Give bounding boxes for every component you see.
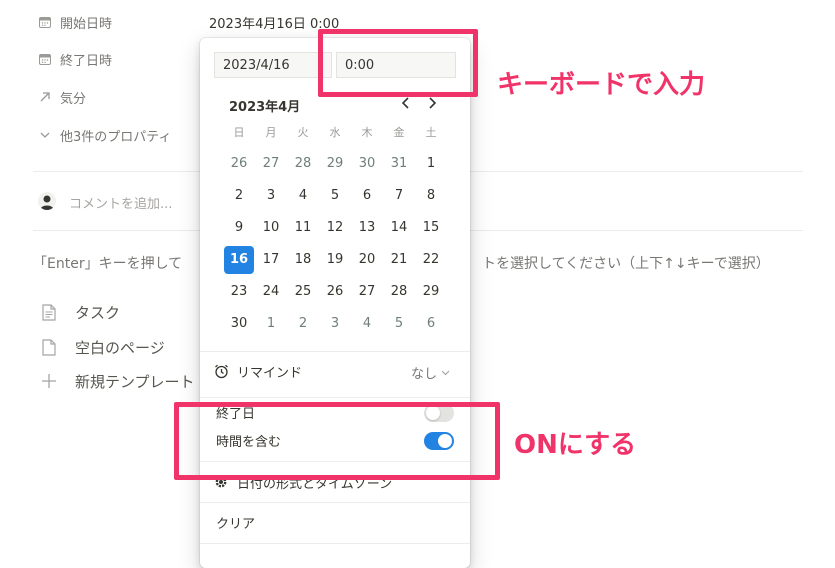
calendar-day[interactable]: 26 — [224, 150, 254, 178]
more-properties-toggle[interactable]: 他3件のプロパティ — [38, 124, 172, 146]
calendar-day[interactable]: 5 — [384, 310, 414, 338]
month-label: 2023年4月 — [229, 100, 301, 115]
calendar-day[interactable]: 24 — [256, 278, 286, 306]
calendar-day[interactable]: 3 — [320, 310, 350, 338]
calendar-day[interactable]: 27 — [352, 278, 382, 306]
calendar-day[interactable]: 31 — [384, 150, 414, 178]
annotation-keyboard-input: キーボードで入力 — [497, 70, 706, 100]
calendar-day-selected[interactable]: 16 — [224, 246, 254, 274]
calendar-day[interactable]: 2 — [288, 310, 318, 338]
property-mood[interactable]: 気分 — [38, 86, 86, 108]
template-label: タスク — [75, 303, 121, 322]
chevron-down-icon — [441, 368, 450, 377]
calendar-day[interactable]: 18 — [288, 246, 318, 274]
avatar — [38, 192, 56, 210]
calendar-day[interactable]: 15 — [416, 214, 446, 242]
template-item-task[interactable]: タスク — [40, 300, 120, 324]
template-label: 新規テンプレート — [75, 372, 195, 391]
calendar-day[interactable]: 30 — [352, 150, 382, 178]
calendar-day[interactable]: 14 — [384, 214, 414, 242]
calendar-day[interactable]: 1 — [416, 150, 446, 178]
weekday-label: 日 — [233, 126, 245, 139]
weekday-label: 月 — [265, 126, 277, 139]
calendar-day[interactable]: 5 — [320, 182, 350, 210]
template-item-blank[interactable]: 空白のページ — [40, 335, 165, 359]
calendar-day[interactable]: 11 — [288, 214, 318, 242]
document-lines-icon — [40, 303, 58, 321]
new-template-button[interactable]: 新規テンプレート — [40, 369, 195, 393]
calendar-day[interactable]: 13 — [352, 214, 382, 242]
calendar-day[interactable]: 26 — [320, 278, 350, 306]
property-label: 開始日時 — [60, 16, 113, 32]
calendar-day[interactable]: 17 — [256, 246, 286, 274]
calendar-icon — [38, 52, 52, 66]
property-start-datetime[interactable]: 開始日時 — [38, 11, 112, 33]
calendar-day[interactable]: 20 — [352, 246, 382, 274]
calendar-day[interactable]: 29 — [416, 278, 446, 306]
calendar-day[interactable]: 28 — [288, 150, 318, 178]
calendar-day[interactable]: 7 — [384, 182, 414, 210]
clear-button[interactable]: クリア — [216, 510, 454, 534]
calendar-day[interactable]: 28 — [384, 278, 414, 306]
weekday-label: 金 — [393, 126, 405, 139]
calendar-day[interactable]: 12 — [320, 214, 350, 242]
calendar-day[interactable]: 9 — [224, 214, 254, 242]
property-end-datetime[interactable]: 終了日時 — [38, 48, 112, 70]
highlight-include-time — [174, 402, 500, 480]
template-label: 空白のページ — [75, 338, 165, 357]
calendar-day[interactable]: 1 — [256, 310, 286, 338]
calendar-day[interactable]: 6 — [352, 182, 382, 210]
calendar-day[interactable]: 19 — [320, 246, 350, 274]
property-label: 終了日時 — [60, 53, 113, 69]
chevron-down-icon — [38, 128, 52, 142]
arrow-up-right-icon — [38, 90, 52, 104]
template-hint-left: 「Enter」キーを押して — [33, 256, 183, 272]
calendar-day[interactable]: 22 — [416, 246, 446, 274]
property-label: 気分 — [60, 91, 87, 107]
calendar-day[interactable]: 6 — [416, 310, 446, 338]
calendar-day[interactable]: 23 — [224, 278, 254, 306]
divider — [200, 397, 470, 398]
remind-label: リマインド — [237, 365, 303, 381]
remind-value: なし — [411, 367, 438, 382]
clear-label: クリア — [216, 516, 256, 532]
calendar-icon — [38, 15, 52, 29]
weekday-label: 木 — [361, 126, 373, 139]
alarm-clock-icon — [214, 364, 229, 379]
divider — [200, 351, 470, 352]
calendar-day[interactable]: 4 — [288, 182, 318, 210]
calendar-day[interactable]: 29 — [320, 150, 350, 178]
divider — [200, 502, 470, 503]
weekday-label: 火 — [297, 126, 309, 139]
calendar-day[interactable]: 25 — [288, 278, 318, 306]
weekday-label: 土 — [425, 126, 437, 139]
highlight-time-input — [318, 29, 478, 97]
date-picker-popup: 2023/4/16 0:00 2023年4月 日月火水木金土 26 27 28 29 3… — [200, 38, 470, 568]
document-icon — [40, 338, 58, 356]
calendar-day[interactable]: 30 — [224, 310, 254, 338]
divider — [200, 543, 470, 544]
date-input[interactable]: 2023/4/16 — [214, 52, 332, 78]
weekday-label: 水 — [329, 126, 341, 139]
calendar-day[interactable]: 3 — [256, 182, 286, 210]
template-hint-right: トを選択してください（上下↑↓キーで選択） — [482, 256, 770, 272]
calendar-day[interactable]: 10 — [256, 214, 286, 242]
calendar-day[interactable]: 21 — [384, 246, 414, 274]
remind-select[interactable]: なし — [411, 363, 450, 382]
plus-icon — [40, 372, 58, 390]
calendar-day[interactable]: 4 — [352, 310, 382, 338]
property-label: 他3件のプロパティ — [60, 129, 172, 145]
annotation-turn-on: ONにする — [514, 430, 637, 460]
calendar-day[interactable]: 2 — [224, 182, 254, 210]
comment-input[interactable]: コメントを追加... — [69, 193, 172, 212]
calendar-day[interactable]: 27 — [256, 150, 286, 178]
calendar-day[interactable]: 8 — [416, 182, 446, 210]
